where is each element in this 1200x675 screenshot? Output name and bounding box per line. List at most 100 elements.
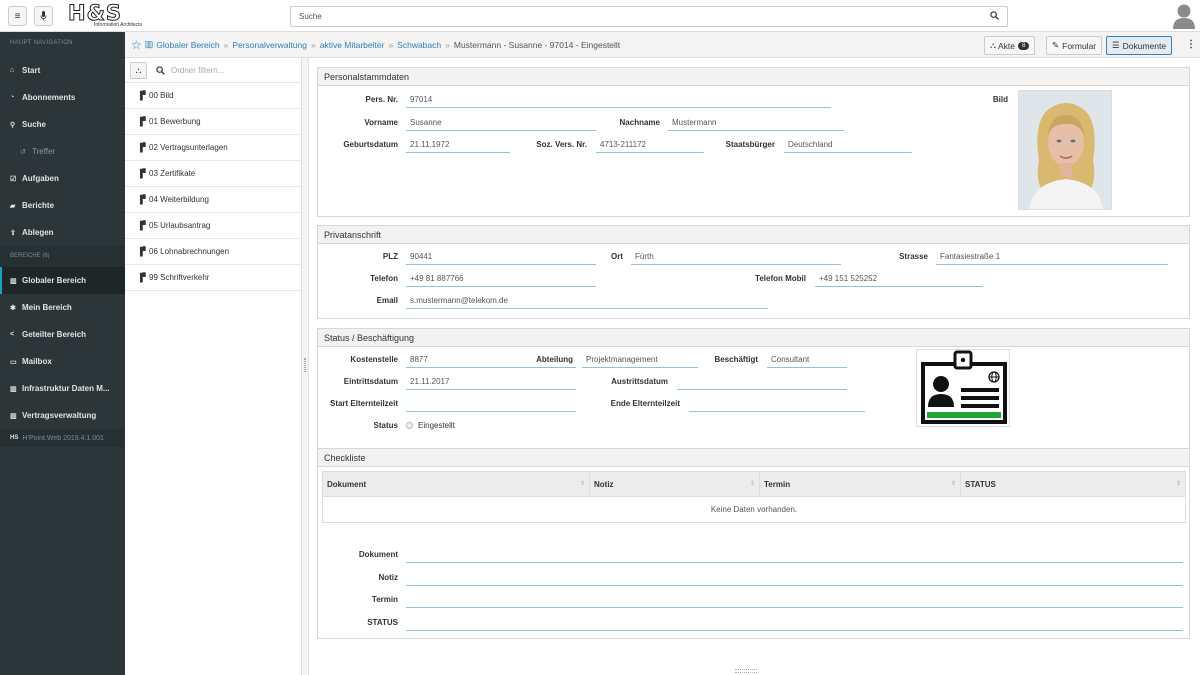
- bottom-resize-grip[interactable]: [735, 669, 757, 673]
- telefon-field[interactable]: +49 81 887766: [406, 274, 596, 287]
- sidebar-item-start[interactable]: ⌂ Start: [0, 57, 125, 84]
- building-icon: ▥: [10, 412, 17, 420]
- mobil-field[interactable]: +49 151 525252: [815, 274, 983, 287]
- field-label: Beschäftigt: [714, 355, 758, 364]
- column-header-dokument[interactable]: Dokument ⇕: [323, 472, 590, 497]
- breadcrumb-current: Mustermann - Susanne - 97014 - Eingestel…: [453, 39, 621, 50]
- sidebar-item-label: Vertragsverwaltung: [22, 411, 97, 420]
- checklist-dokument-input[interactable]: [406, 550, 1183, 563]
- sidebar-item-label: Infrastruktur Daten M...: [22, 384, 110, 393]
- global-search-input[interactable]: Suche: [290, 6, 1008, 27]
- employee-photo[interactable]: [1018, 90, 1112, 210]
- share-icon: <: [10, 331, 15, 338]
- microphone-button[interactable]: [34, 6, 53, 26]
- field-label: Telefon Mobil: [755, 274, 806, 283]
- breadcrumb-link[interactable]: aktive Mitarbeiter: [320, 40, 385, 50]
- folder-item[interactable]: ▐▘ 01 Bewerbung: [125, 109, 301, 135]
- panel-title: Checkliste: [318, 449, 1189, 467]
- checklist-status-input[interactable]: [406, 618, 1183, 631]
- breadcrumb-link[interactable]: Personalverwaltung: [232, 40, 307, 50]
- footer-logo: HS: [10, 435, 19, 441]
- checklist-notiz-input[interactable]: [406, 573, 1183, 586]
- folder-item[interactable]: ▐▘ 99 Schriftverkehr: [125, 265, 301, 291]
- sidebar-item-globaler-bereich[interactable]: ▥ Globaler Bereich: [0, 267, 125, 294]
- sozvers-field[interactable]: 4713-211172: [596, 140, 704, 153]
- tree-view-button[interactable]: ⛬: [130, 62, 147, 79]
- folder-item[interactable]: ▐▘ 00 Bild: [125, 83, 301, 109]
- breadcrumb-link[interactable]: Globaler Bereich: [156, 40, 219, 50]
- breadcrumb-separator: »: [388, 39, 394, 50]
- column-header-termin[interactable]: Termin ⇕: [760, 472, 961, 497]
- sidebar-item-label: Abonnements: [22, 93, 76, 102]
- akte-count-badge: 8: [1017, 41, 1030, 50]
- sidebar-item-treffer[interactable]: ↺ Treffer: [0, 138, 125, 165]
- more-options-icon[interactable]: ⋮: [1186, 39, 1196, 50]
- sort-icon[interactable]: ⇕: [951, 480, 956, 487]
- sidebar-item-vertragsverwaltung[interactable]: ▥ Vertragsverwaltung: [0, 402, 125, 429]
- folder-item[interactable]: ▐▘ 06 Lohnabrechnungen: [125, 239, 301, 265]
- menu-toggle-button[interactable]: ≡: [8, 6, 27, 26]
- abteilung-field[interactable]: Projektmanagement: [582, 355, 698, 368]
- empty-table-message: Keine Daten vorhanden.: [710, 505, 798, 514]
- column-label: Notiz: [594, 480, 614, 489]
- favorite-star-icon[interactable]: ☆: [131, 39, 142, 51]
- folder-icon: ▐▘: [137, 221, 149, 230]
- field-label: Staatsbürger: [725, 140, 775, 149]
- email-field[interactable]: s.mustermann@telekom.de: [406, 296, 768, 309]
- field-label: Pers. Nr.: [365, 95, 398, 104]
- strasse-field[interactable]: Fantasiestraße 1: [936, 252, 1168, 265]
- panel-splitter[interactable]: [302, 58, 309, 675]
- employee-badge-image[interactable]: [916, 349, 1010, 427]
- nachname-field[interactable]: Mustermann: [668, 118, 844, 131]
- field-label: STATUS: [367, 618, 398, 627]
- splitter-grip[interactable]: [304, 358, 306, 372]
- sidebar-item-ablegen[interactable]: ⇪ Ablegen: [0, 219, 125, 246]
- sort-icon[interactable]: ⇕: [1176, 480, 1181, 487]
- breadcrumb-link[interactable]: Schwabach: [397, 40, 441, 50]
- tab-formular[interactable]: ✎ Formular: [1046, 36, 1103, 55]
- beschaeftigt-field[interactable]: Consultant: [767, 355, 847, 368]
- user-avatar-icon[interactable]: [1172, 3, 1196, 29]
- sort-icon[interactable]: ⇕: [580, 480, 585, 487]
- ort-field[interactable]: Fürth: [631, 252, 841, 265]
- ende-elternteilzeit-field[interactable]: [689, 399, 865, 412]
- folder-item[interactable]: ▐▘ 02 Vertragsunterlagen: [125, 135, 301, 161]
- plz-field[interactable]: 90441: [406, 252, 596, 265]
- radio-icon: [406, 422, 413, 429]
- austrittsdatum-field[interactable]: [677, 377, 847, 390]
- sidebar-item-suche[interactable]: ⚲ Suche: [0, 111, 125, 138]
- eintrittsdatum-field[interactable]: 21.11.2017: [406, 377, 576, 390]
- geburtsdatum-field[interactable]: 21.11.1972: [406, 140, 510, 153]
- persnr-field[interactable]: 97014: [406, 95, 831, 108]
- sidebar-item-mailbox[interactable]: ▭ Mailbox: [0, 348, 125, 375]
- status-radio-option[interactable]: Eingestellt: [406, 421, 455, 430]
- search-icon[interactable]: [990, 11, 999, 20]
- vorname-field[interactable]: Susanne: [406, 118, 596, 131]
- start-elternteilzeit-field[interactable]: [406, 399, 576, 412]
- tab-dokumente[interactable]: ☰ Dokumente: [1106, 36, 1173, 55]
- folder-filter-input[interactable]: Ordner filtern...: [171, 66, 224, 75]
- sidebar-item-label: Ablegen: [22, 228, 54, 237]
- column-header-status[interactable]: STATUS ⇕: [961, 472, 1185, 497]
- tab-formular-label: Formular: [1062, 40, 1097, 51]
- check-icon: ☑: [10, 175, 17, 183]
- folder-icon: ▐▘: [137, 117, 149, 126]
- staatsbuerger-field[interactable]: Deutschland: [784, 140, 912, 153]
- sidebar-item-mein-bereich[interactable]: ✱ Mein Bereich: [0, 294, 125, 321]
- tab-akte[interactable]: ⛬ Akte 8: [984, 36, 1036, 55]
- sidebar-item-berichte[interactable]: ▰ Berichte: [0, 192, 125, 219]
- company-logo[interactable]: H&S Information Architects: [68, 2, 143, 29]
- folder-icon: ▐▘: [137, 91, 149, 100]
- folder-item[interactable]: ▐▘ 03 Zertifikate: [125, 161, 301, 187]
- checklist-termin-input[interactable]: [406, 595, 1183, 608]
- sort-icon[interactable]: ⇕: [750, 480, 755, 487]
- folder-item[interactable]: ▐▘ 04 Weiterbildung: [125, 187, 301, 213]
- column-header-notiz[interactable]: Notiz ⇕: [590, 472, 760, 497]
- status-value: Eingestellt: [418, 421, 455, 430]
- sidebar-item-label: Geteilter Bereich: [22, 330, 87, 339]
- sidebar-item-aufgaben[interactable]: ☑ Aufgaben: [0, 165, 125, 192]
- sidebar-item-geteilter-bereich[interactable]: < Geteilter Bereich: [0, 321, 125, 348]
- folder-item[interactable]: ▐▘ 05 Urlaubsantrag: [125, 213, 301, 239]
- sidebar-item-abonnements[interactable]: ◔ Abonnements: [0, 84, 125, 111]
- sidebar-item-infrastruktur[interactable]: ▥ Infrastruktur Daten M...: [0, 375, 125, 402]
